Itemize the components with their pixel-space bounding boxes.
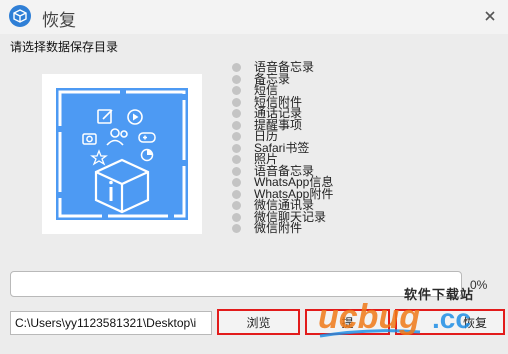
status-dot bbox=[232, 178, 241, 188]
title-bar: 恢复 bbox=[0, 0, 508, 34]
status-dot bbox=[232, 143, 241, 153]
status-dot bbox=[232, 86, 241, 96]
status-dot bbox=[232, 109, 241, 119]
watermark-site-name: 软件下载站 bbox=[404, 287, 475, 302]
edit-icon bbox=[97, 109, 113, 124]
play-icon bbox=[127, 109, 143, 125]
contacts-icon bbox=[106, 128, 128, 146]
backup-type-list: 语音备忘录 备忘录 短信 短信附件 通话记录 提醒事项 日历 Safari书签 … bbox=[232, 61, 333, 235]
window-title: 恢复 bbox=[42, 11, 76, 30]
camera-icon bbox=[82, 133, 97, 145]
illustration-panel bbox=[42, 74, 202, 234]
status-dot bbox=[232, 224, 241, 234]
star-icon bbox=[90, 149, 108, 166]
app-box-icon bbox=[9, 5, 31, 27]
browse-button[interactable]: 浏览 bbox=[217, 309, 300, 335]
list-item[interactable]: 备忘录 bbox=[232, 73, 333, 86]
list-item[interactable]: Safari书签 bbox=[232, 142, 333, 155]
gamepad-icon bbox=[138, 132, 156, 143]
status-dot bbox=[232, 155, 241, 165]
status-dot bbox=[232, 97, 241, 107]
pie-icon bbox=[140, 148, 154, 162]
restore-button-label: 恢复 bbox=[462, 315, 487, 330]
save-path-input[interactable] bbox=[10, 311, 212, 335]
box-icon bbox=[94, 158, 150, 214]
illustration-background bbox=[56, 88, 188, 220]
restore-button[interactable]: 恢复 bbox=[395, 309, 505, 335]
list-item-label: 微信附件 bbox=[254, 221, 303, 235]
status-dot bbox=[232, 63, 241, 73]
status-dot bbox=[232, 120, 241, 130]
status-dot bbox=[232, 201, 241, 211]
save-directory-prompt: 请选择数据保存目录 bbox=[10, 40, 119, 54]
status-dot bbox=[232, 74, 241, 84]
status-dot bbox=[232, 189, 241, 199]
list-item[interactable]: 微信附件 bbox=[232, 221, 333, 235]
list-item[interactable]: 提醒事项 bbox=[232, 119, 333, 132]
status-dot bbox=[232, 132, 241, 142]
progress-bar bbox=[10, 271, 462, 297]
status-dot bbox=[232, 166, 241, 176]
close-icon[interactable] bbox=[482, 8, 498, 24]
middle-button[interactable]: 提 bbox=[305, 309, 390, 335]
status-dot bbox=[232, 212, 241, 222]
